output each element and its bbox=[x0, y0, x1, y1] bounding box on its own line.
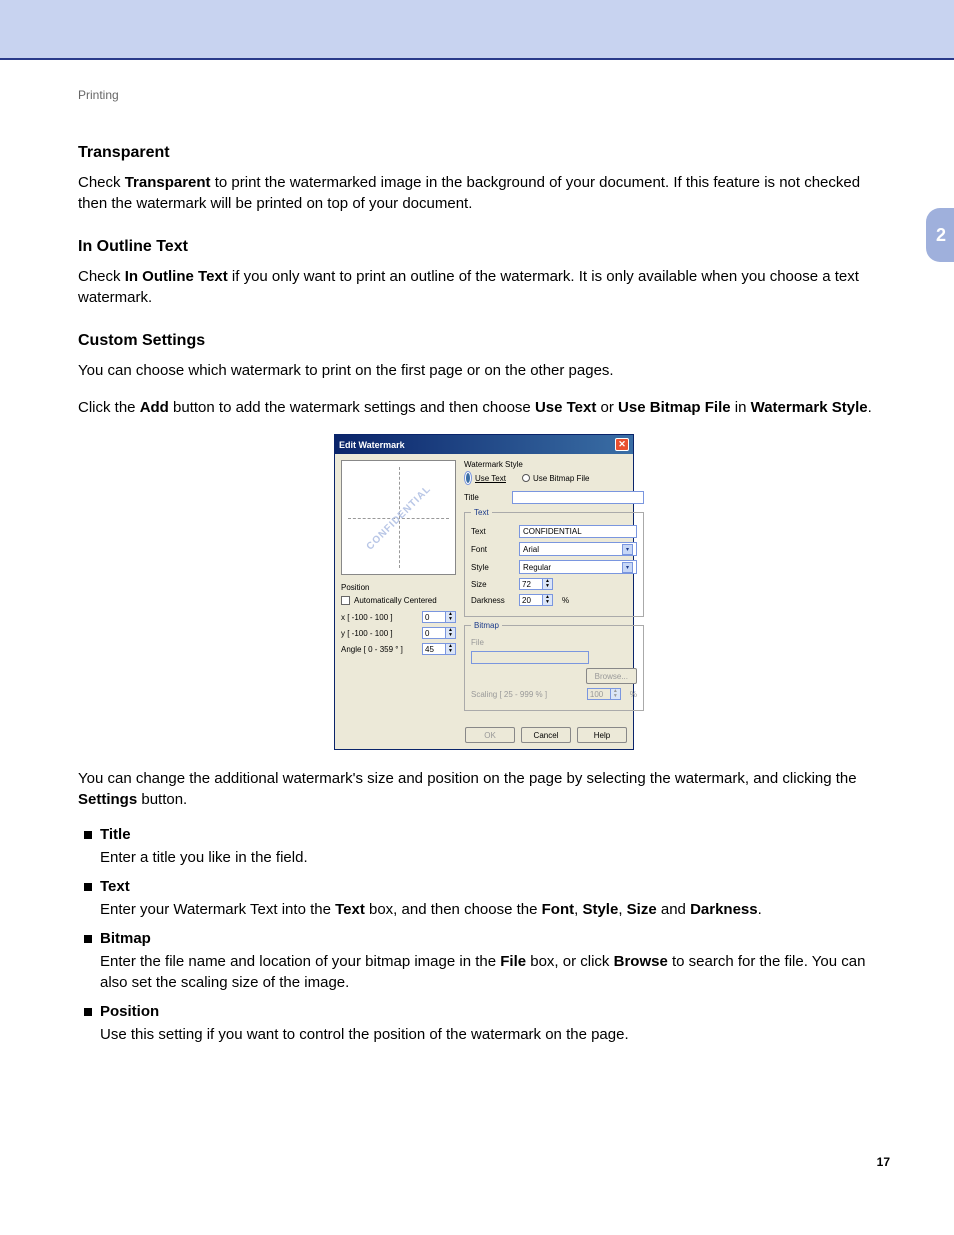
para-custom-2: Click the Add button to add the watermar… bbox=[78, 397, 890, 418]
para-after-dialog: You can change the additional watermark'… bbox=[78, 768, 890, 810]
help-button[interactable]: Help bbox=[577, 727, 627, 743]
bullet-text-desc: Enter your Watermark Text into the Text … bbox=[100, 899, 890, 920]
bullet-text: Text bbox=[100, 878, 130, 895]
darkness-stepper[interactable]: ▲▼ bbox=[519, 594, 553, 606]
bullet-position-desc: Use this setting if you want to control … bbox=[100, 1024, 890, 1045]
bullet-icon bbox=[84, 1008, 92, 1016]
use-bitmap-radio[interactable] bbox=[522, 474, 530, 482]
y-label: y [ -100 - 100 ] bbox=[341, 629, 393, 638]
bullet-title: Title bbox=[100, 826, 131, 843]
auto-center-checkbox[interactable] bbox=[341, 596, 350, 605]
para-outline: Check In Outline Text if you only want t… bbox=[78, 266, 890, 308]
heading-transparent: Transparent bbox=[78, 144, 890, 162]
page-number: 17 bbox=[78, 1155, 890, 1169]
title-field[interactable] bbox=[512, 491, 644, 504]
use-text-radio[interactable] bbox=[464, 471, 472, 485]
bullet-icon bbox=[84, 935, 92, 943]
style-select[interactable]: Regular▾ bbox=[519, 560, 637, 574]
font-select[interactable]: Arial▾ bbox=[519, 542, 637, 556]
ok-button[interactable]: OK bbox=[465, 727, 515, 743]
size-stepper[interactable]: ▲▼ bbox=[519, 578, 553, 590]
close-icon[interactable]: ✕ bbox=[615, 438, 629, 451]
x-stepper[interactable]: ▲▼ bbox=[422, 611, 456, 623]
cancel-button[interactable]: Cancel bbox=[521, 727, 571, 743]
para-custom-1: You can choose which watermark to print … bbox=[78, 360, 890, 381]
bullet-title-desc: Enter a title you like in the field. bbox=[100, 847, 890, 868]
file-field bbox=[471, 651, 589, 664]
bullet-icon bbox=[84, 831, 92, 839]
dialog-title: Edit Watermark bbox=[339, 440, 405, 450]
angle-stepper[interactable]: ▲▼ bbox=[422, 643, 456, 655]
auto-center-label: Automatically Centered bbox=[354, 596, 437, 605]
y-stepper[interactable]: ▲▼ bbox=[422, 627, 456, 639]
dialog-titlebar[interactable]: Edit Watermark ✕ bbox=[335, 435, 633, 454]
bullet-bitmap: Bitmap bbox=[100, 930, 151, 947]
edit-watermark-dialog: Edit Watermark ✕ CONFIDENTIAL Position A… bbox=[334, 434, 634, 750]
bullet-position: Position bbox=[100, 1003, 159, 1020]
text-group: Text Text FontArial▾ StyleRegular▾ Size▲… bbox=[464, 508, 644, 617]
top-band bbox=[0, 0, 954, 60]
watermark-preview: CONFIDENTIAL bbox=[341, 460, 456, 575]
x-label: x [ -100 - 100 ] bbox=[341, 613, 393, 622]
heading-outline: In Outline Text bbox=[78, 238, 890, 256]
bullet-bitmap-desc: Enter the file name and location of your… bbox=[100, 951, 890, 993]
breadcrumb: Printing bbox=[78, 88, 890, 102]
title-label: Title bbox=[464, 493, 506, 502]
text-field[interactable] bbox=[519, 525, 637, 538]
scaling-stepper: ▲▼ bbox=[587, 688, 621, 700]
heading-custom: Custom Settings bbox=[78, 332, 890, 350]
bitmap-group: Bitmap File Browse... Scaling [ 25 - 999… bbox=[464, 621, 644, 711]
chapter-tab: 2 bbox=[926, 208, 954, 262]
para-transparent: Check Transparent to print the watermark… bbox=[78, 172, 890, 214]
bullet-icon bbox=[84, 883, 92, 891]
wm-style-label: Watermark Style bbox=[464, 460, 644, 469]
browse-button: Browse... bbox=[586, 668, 637, 684]
angle-label: Angle [ 0 - 359 ° ] bbox=[341, 645, 403, 654]
position-label: Position bbox=[341, 583, 456, 592]
